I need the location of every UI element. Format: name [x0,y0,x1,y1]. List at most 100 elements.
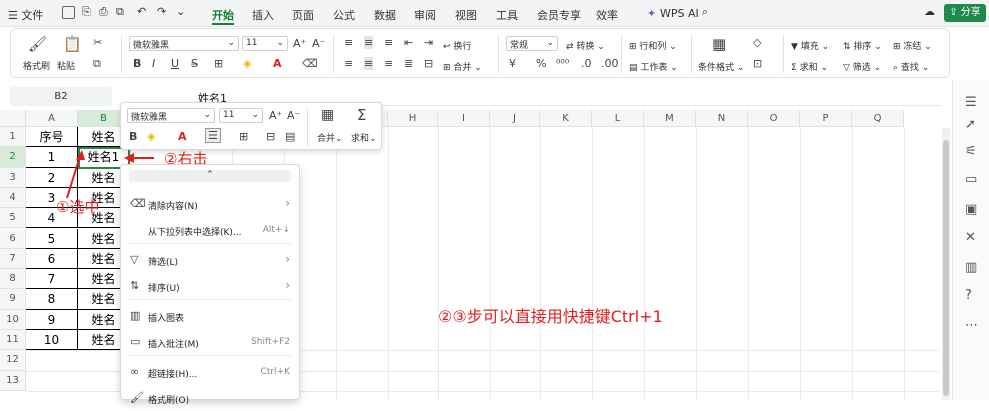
sum-icon[interactable]: Σ [357,106,366,124]
row-header-3[interactable]: 3 [0,167,26,188]
image-icon[interactable]: ▣ [965,202,977,217]
preview-icon[interactable]: ⧉ [116,5,124,19]
font-name-select[interactable]: 微软雅黑 ⌄ [129,36,239,51]
cloud-icon[interactable]: ☁ [924,5,935,18]
row-header-1[interactable]: 1 [0,127,26,148]
justify-icon[interactable]: ≣ [404,57,413,70]
decrease-decimal-icon[interactable]: .00 [601,57,619,70]
row-header-5[interactable]: 5 [0,208,26,229]
currency-icon[interactable]: ¥ [509,57,516,70]
collapse-up-icon[interactable]: ⌃ [129,170,291,182]
help-icon[interactable]: ? [965,288,972,303]
convert-button[interactable]: ⇄ 转换 ⌄ [566,39,605,52]
row-col-button[interactable]: ⊞ 行和列 ⌄ [629,39,677,52]
underline-icon[interactable]: U [171,57,179,70]
select-all-corner[interactable] [0,110,26,127]
search-icon[interactable]: ⌕ [702,5,708,19]
column-header-a[interactable]: A [26,110,78,127]
merge-icon[interactable]: ▦ [321,107,334,123]
context-menu-item[interactable]: 从下拉列表中选择(K)... Alt+↓ [121,219,299,243]
conditional-format-button[interactable]: 条件格式 ⌄ [698,60,744,73]
wps-ai-button[interactable]: WPS AI [660,7,699,20]
cell-a11[interactable]: 10 [26,330,78,351]
context-menu-item[interactable]: 🖌 格式刷(O) [121,387,299,411]
paste-icon[interactable]: 📋 [63,35,82,53]
border-icon[interactable]: ⊞ [239,130,248,143]
worksheet-button[interactable]: ▤ 工作表 ⌄ [629,60,678,73]
row-header-2[interactable]: 2 [0,147,26,168]
paste-label[interactable]: 粘贴 [57,59,75,72]
tab-member[interactable]: 会员专享 [537,7,581,23]
context-menu-item[interactable]: ⇅ 排序(U) › [121,275,299,299]
tab-efficiency[interactable]: 效率 [596,7,618,23]
tab-home[interactable]: 开始 [212,7,234,23]
select-cursor-icon[interactable]: ➚ [965,117,976,132]
tab-review[interactable]: 审阅 [414,7,436,23]
column-header-p[interactable]: P [800,110,852,127]
increase-font-icon[interactable]: A⁺ [269,109,282,122]
conditional-format-icon[interactable]: ▦ [712,35,726,53]
column-header-o[interactable]: O [748,110,800,127]
mini-font-size-select[interactable]: 11 ⌄ [219,108,263,123]
font-color-icon[interactable]: A [178,130,187,143]
scrollbar-thumb[interactable] [943,140,949,396]
cell-a10[interactable]: 9 [26,309,78,330]
cell-a8[interactable]: 7 [26,269,78,290]
export-icon[interactable]: ⎘ [82,5,91,19]
format-painter-icon[interactable]: 🖌 [28,35,47,53]
fill-button[interactable]: ▼ 填充 ⌄ [791,39,829,52]
row-header-9[interactable]: 9 [0,289,26,310]
align-top-icon[interactable]: ≡ [344,36,353,49]
tab-formula[interactable]: 公式 [333,7,355,23]
freeze-button[interactable]: ⊞ 冻结 ⌄ [893,39,932,52]
row-header-7[interactable]: 7 [0,248,26,270]
column-header-k[interactable]: K [540,110,592,127]
context-menu-item[interactable]: ▭ 插入批注(M) Shift+F2 [121,331,299,355]
cell-format-icon[interactable]: ⊟ [266,130,275,143]
align-center-icon[interactable]: ≡ [364,57,374,70]
decrease-font-icon[interactable]: A⁻ [312,37,325,50]
header-cell-a[interactable]: 序号 [26,127,78,148]
merge-button[interactable]: ⊞ 合并 ⌄ [443,60,482,73]
redo-icon[interactable]: ↷ [157,5,166,18]
format-icon[interactable]: ▤ [285,130,295,143]
filter-button[interactable]: ▽ 筛选 ⌄ [843,60,881,73]
file-menu[interactable]: ☰ 文件 [8,7,43,23]
tab-view[interactable]: 视图 [455,7,477,23]
context-menu-item[interactable]: ▽ 筛选(L) › [121,249,299,273]
column-header-h[interactable]: H [388,110,438,127]
font-size-select[interactable]: 11 ⌄ [242,36,288,51]
column-header-n[interactable]: N [696,110,748,127]
find-button[interactable]: ⌕ 查找 ⌄ [893,60,929,73]
distribute-icon[interactable]: ⊟ [424,57,433,70]
thousands-icon[interactable]: ⁰⁰⁰ [556,57,569,70]
cell-a7[interactable]: 6 [26,248,78,270]
row-header-13[interactable]: 13 [0,370,26,391]
more-icon[interactable]: ⋯ [965,318,978,333]
font-color-icon[interactable]: A [273,57,282,70]
tab-data[interactable]: 数据 [374,7,396,23]
cell-border-icon[interactable]: ⊡ [753,57,762,70]
row-header-12[interactable]: 12 [0,350,26,371]
menu-icon[interactable]: ☰ [965,95,977,110]
bold-icon[interactable]: B [129,130,137,143]
context-menu-item[interactable]: ∞ 超链接(H)... Ctrl+K [121,361,299,385]
mini-merge-button[interactable]: 合并⌄ [317,131,343,144]
tools-icon[interactable]: ✕ [965,230,976,245]
increase-decimal-icon[interactable]: .0 [581,57,592,70]
row-header-4[interactable]: 4 [0,187,26,209]
mini-sum-button[interactable]: 求和⌄ [351,131,377,144]
cell-a6[interactable]: 5 [26,228,78,249]
strikethrough-icon[interactable]: S̶ [191,57,198,70]
align-icon[interactable]: ☰ [205,128,221,143]
settings-sliders-icon[interactable]: ⚟ [965,144,977,159]
copy-icon[interactable]: ⧉ [93,57,101,71]
book-icon[interactable]: ▥ [965,260,977,275]
undo-icon[interactable]: ↶ [137,5,146,18]
column-header-l[interactable]: L [592,110,644,127]
sort-button[interactable]: ⇅ 排序 ⌄ [843,39,882,52]
row-header-8[interactable]: 8 [0,269,26,290]
number-format-select[interactable]: 常规 ⌄ [506,36,558,51]
tab-insert[interactable]: 插入 [252,7,274,23]
column-header-m[interactable]: M [644,110,696,127]
